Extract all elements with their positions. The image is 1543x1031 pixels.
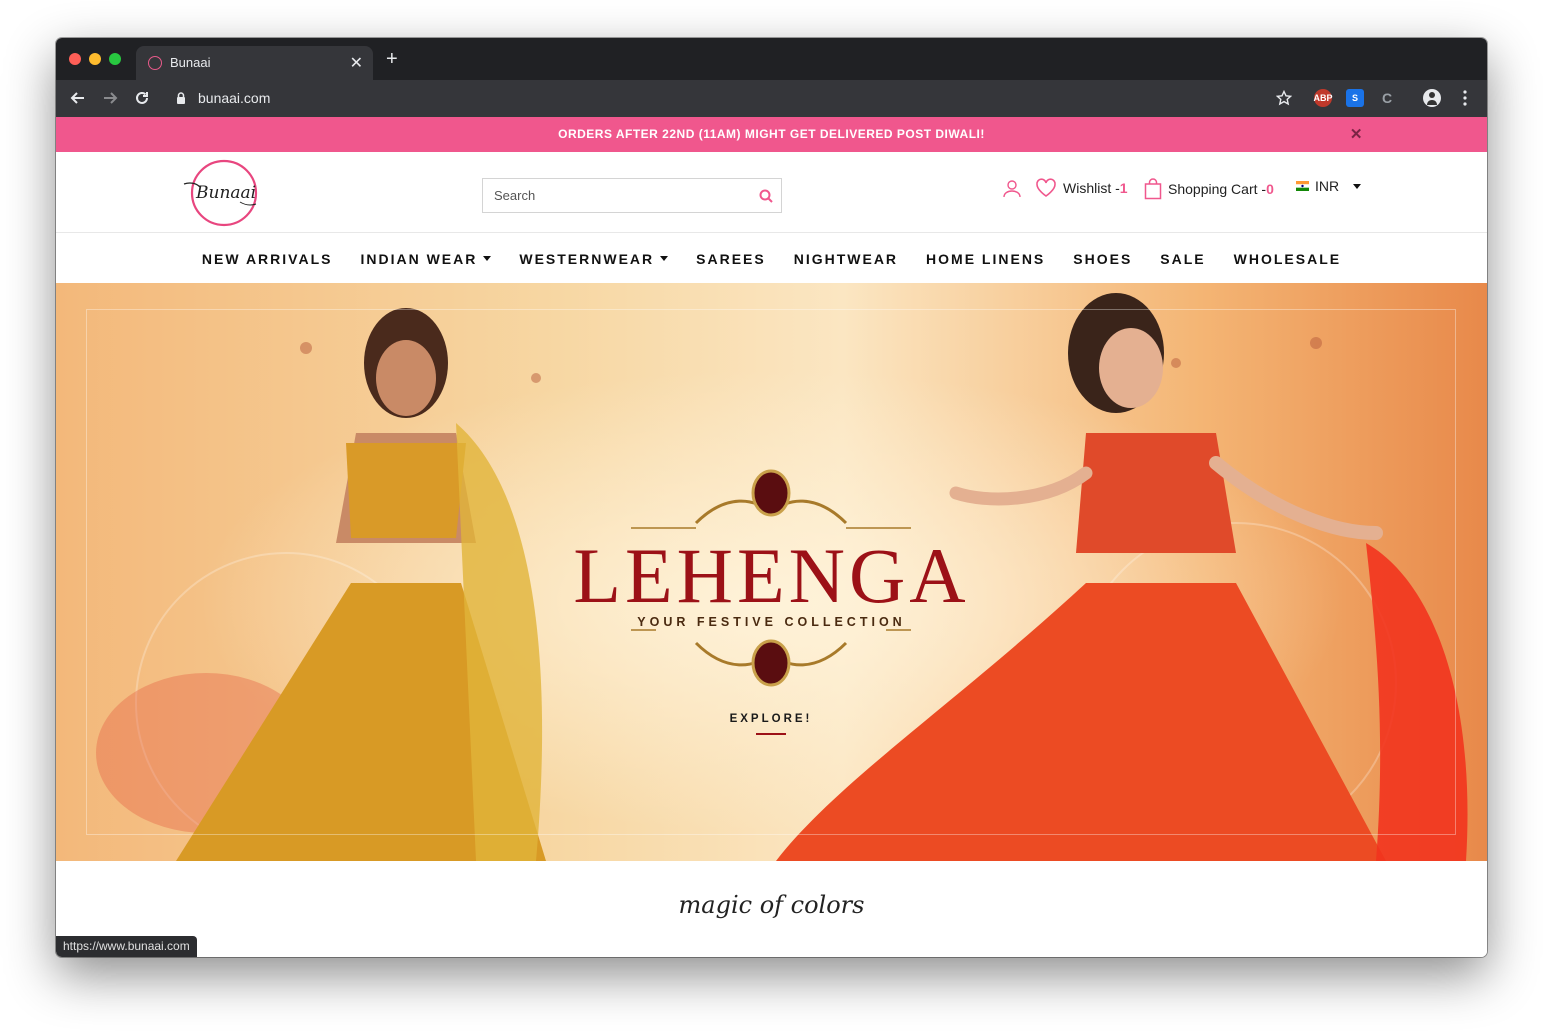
site-header: Bunaai Wishlist -1 Shopping Cart -0 INR	[56, 152, 1487, 233]
nav-item-label: SAREES	[696, 250, 766, 267]
minimize-window-button[interactable]	[89, 53, 101, 65]
search-box	[482, 178, 782, 213]
nav-item-label: NEW ARRIVALS	[201, 250, 333, 267]
nav-item-label: INDIAN WEAR	[360, 250, 478, 267]
person-icon	[1427, 92, 1437, 105]
hero-subtitle: YOUR FESTIVE COLLECTION	[637, 615, 906, 629]
account-button[interactable]	[1002, 178, 1022, 198]
india-flag-icon	[1296, 181, 1309, 191]
adblock-extension-icon[interactable]: ABP	[1314, 89, 1333, 107]
address-bar[interactable]: bunaai.com	[198, 90, 270, 106]
back-button[interactable]	[67, 87, 89, 109]
user-icon	[1003, 180, 1021, 198]
lock-icon	[177, 92, 185, 104]
wishlist-link[interactable]: Wishlist -1	[1035, 178, 1128, 198]
browser-toolbar: bunaai.com ABP S C	[56, 80, 1487, 117]
nav-item-westernwear[interactable]: WESTERNWEAR	[505, 251, 682, 267]
chevron-down-icon	[483, 256, 492, 261]
nav-item-label: NIGHTWEAR	[793, 250, 899, 267]
hero-title: LEHENGA	[573, 532, 970, 619]
bunaai-logo[interactable]: Bunaai	[180, 158, 262, 228]
arrow-right-icon	[104, 92, 118, 104]
shopping-bag-icon	[1144, 178, 1162, 200]
profile-avatar[interactable]	[1423, 89, 1441, 107]
nav-item-nightwear[interactable]: NIGHTWEAR	[780, 251, 912, 267]
tab-close-icon[interactable]: ✕	[350, 53, 363, 73]
nav-item-new-arrivals[interactable]: NEW ARRIVALS	[188, 251, 347, 267]
nav-item-label: HOME LINENS	[926, 250, 1046, 267]
cart-label: Shopping Cart -0	[1168, 181, 1274, 197]
currency-label: INR	[1315, 178, 1340, 194]
nav-item-home-linens[interactable]: HOME LINENS	[912, 251, 1059, 267]
search-input[interactable]	[483, 179, 743, 212]
nav-item-sarees[interactable]: SAREES	[682, 251, 780, 267]
arrow-left-icon	[70, 92, 84, 104]
kebab-menu-icon	[1463, 90, 1467, 106]
tab-strip: Bunaai ✕ +	[56, 38, 1487, 80]
browser-tab[interactable]: Bunaai ✕	[136, 46, 373, 80]
reload-icon	[136, 91, 148, 104]
explore-underline	[756, 733, 786, 735]
reload-button[interactable]	[131, 87, 153, 109]
browser-menu-button[interactable]	[1454, 87, 1476, 109]
nav-item-shoes[interactable]: SHOES	[1059, 251, 1146, 267]
favicon-icon	[148, 56, 162, 70]
tab-title: Bunaai	[170, 55, 211, 70]
nav-item-indian-wear[interactable]: INDIAN WEAR	[346, 251, 505, 267]
maximize-window-button[interactable]	[109, 53, 121, 65]
browser-window: Bunaai ✕ + bunaai.com ABP S C ORDERS AFT…	[56, 38, 1487, 957]
page-content: ORDERS AFTER 22ND (11AM) MIGHT GET DELIV…	[56, 117, 1487, 957]
heart-icon	[1036, 178, 1056, 197]
nav-item-label: WHOLESALE	[1233, 250, 1342, 267]
shopping-cart-link[interactable]: Shopping Cart -0	[1144, 178, 1274, 200]
s-extension-icon[interactable]: S	[1346, 89, 1364, 107]
hero-banner[interactable]: LEHENGA YOUR FESTIVE COLLECTION EXPLORE!	[56, 283, 1487, 861]
bookmark-button[interactable]	[1273, 87, 1295, 109]
nav-item-label: SALE	[1160, 250, 1206, 267]
nav-item-wholesale[interactable]: WHOLESALE	[1220, 251, 1355, 267]
promo-text: ORDERS AFTER 22ND (11AM) MIGHT GET DELIV…	[558, 127, 985, 141]
close-window-button[interactable]	[69, 53, 81, 65]
c-extension-icon[interactable]: C	[1378, 89, 1396, 107]
nav-item-label: SHOES	[1073, 250, 1133, 267]
nav-item-label: WESTERNWEAR	[519, 250, 655, 267]
promo-banner: ORDERS AFTER 22ND (11AM) MIGHT GET DELIV…	[56, 117, 1487, 152]
wishlist-label: Wishlist -1	[1063, 180, 1128, 196]
star-icon	[1276, 90, 1292, 106]
promo-close-icon[interactable]: ✕	[1350, 117, 1363, 152]
section-title: magic of colors	[678, 891, 865, 919]
chevron-down-icon	[1353, 183, 1362, 189]
explore-button[interactable]: EXPLORE!	[721, 713, 821, 725]
main-nav: NEW ARRIVALS INDIAN WEAR WESTERNWEAR SAREES…	[56, 234, 1487, 283]
nav-item-sale[interactable]: SALE	[1146, 251, 1219, 267]
chevron-down-icon	[660, 256, 669, 261]
new-tab-button[interactable]: +	[386, 49, 398, 69]
forward-button[interactable]	[99, 87, 121, 109]
svg-text:Bunaai: Bunaai	[195, 183, 256, 203]
status-bar-url: https://www.bunaai.com	[56, 936, 197, 957]
cart-count: 0	[1266, 181, 1274, 197]
currency-selector[interactable]: INR	[1296, 178, 1362, 194]
search-icon[interactable]	[757, 187, 775, 205]
wishlist-count: 1	[1119, 180, 1128, 196]
